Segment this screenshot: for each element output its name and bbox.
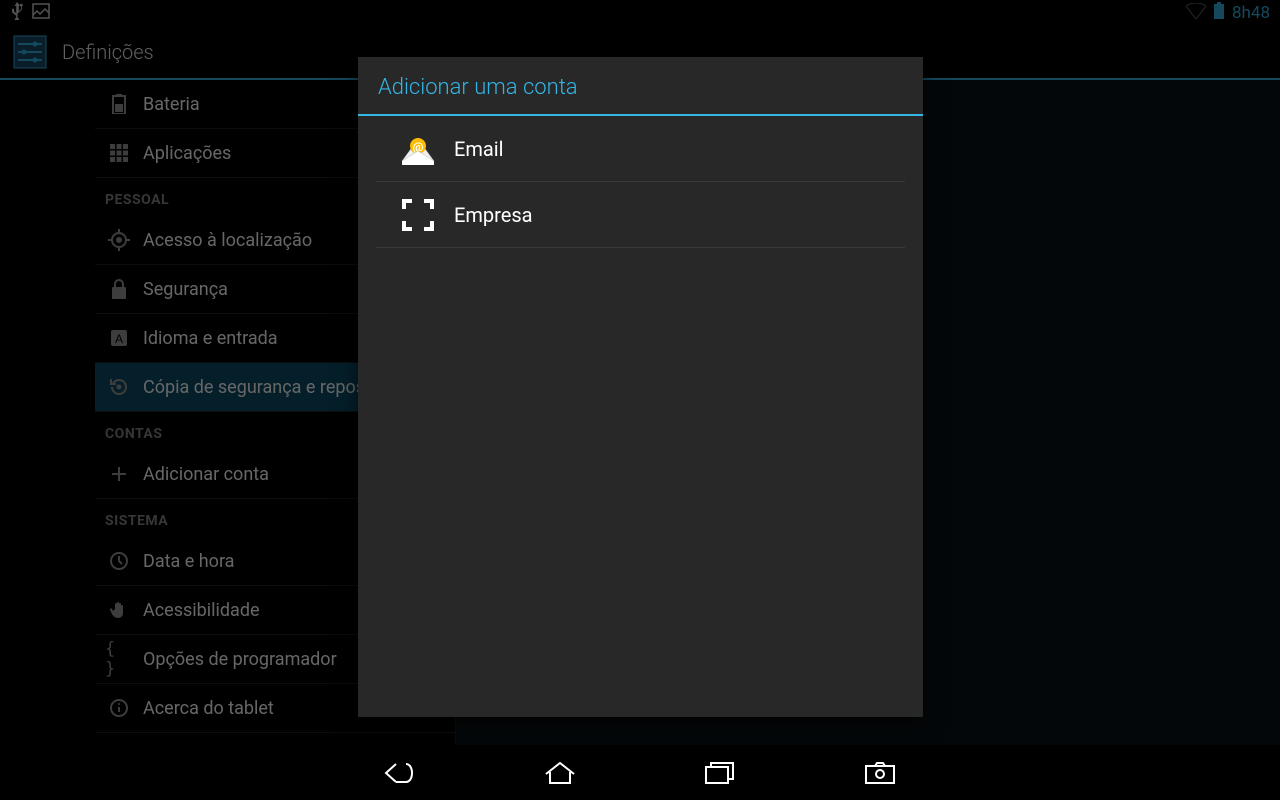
corporate-icon: [396, 193, 440, 237]
account-option-email[interactable]: @ Email: [376, 116, 905, 182]
account-option-label: Email: [454, 137, 504, 161]
recents-button[interactable]: [700, 758, 740, 788]
account-option-label: Empresa: [454, 203, 533, 227]
navigation-bar: [0, 745, 1280, 800]
email-icon: @: [396, 127, 440, 171]
home-button[interactable]: [540, 758, 580, 788]
account-option-corporate[interactable]: Empresa: [376, 182, 905, 248]
dialog-title: Adicionar uma conta: [358, 57, 923, 116]
back-button[interactable]: [380, 758, 420, 788]
add-account-dialog: Adicionar uma conta @ Email Empresa: [358, 57, 923, 717]
screenshot-button[interactable]: [860, 758, 900, 788]
